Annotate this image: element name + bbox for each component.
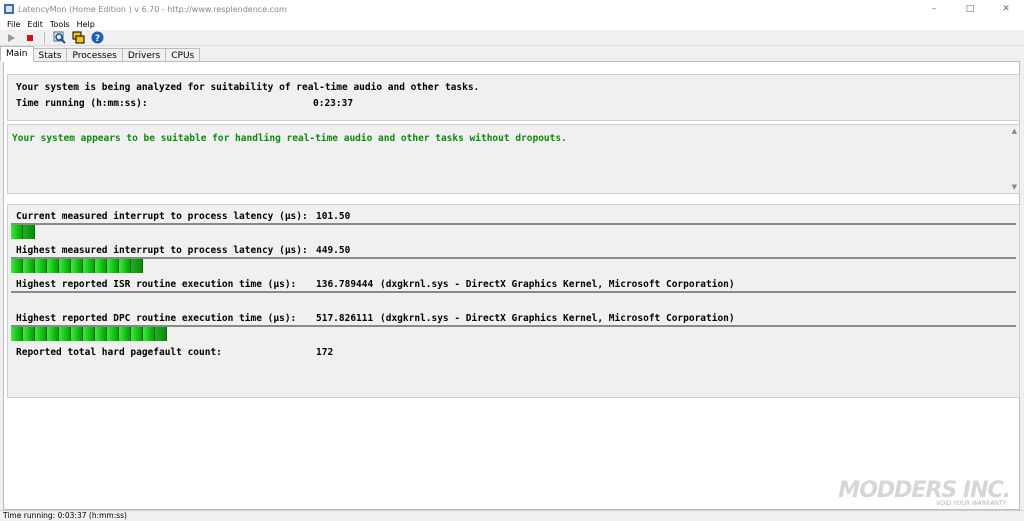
- metric-value: 449.50: [316, 245, 351, 256]
- menu-bar: File Edit Tools Help: [0, 18, 1024, 30]
- latency-bar: [11, 257, 1016, 273]
- metric-value: 517.826111: [316, 313, 374, 324]
- menu-tools[interactable]: Tools: [50, 20, 70, 29]
- metric-detail: (dxgkrnl.sys - DirectX Graphics Kernel, …: [380, 279, 735, 290]
- bar-segment: [11, 225, 23, 239]
- bar-segment: [83, 259, 95, 273]
- metric-label: Highest reported ISR routine execution t…: [16, 279, 297, 290]
- tab-stats[interactable]: Stats: [32, 48, 68, 62]
- bar-segment: [119, 327, 131, 341]
- tab-processes[interactable]: Processes: [66, 48, 123, 62]
- windows-icon[interactable]: [70, 31, 86, 45]
- bar-segment: [83, 327, 95, 341]
- scroll-up-icon[interactable]: ▲: [1012, 127, 1017, 135]
- toolbar-separator: [44, 31, 45, 44]
- bar-fill: [11, 225, 35, 239]
- title-bar: LatencyMon (Home Edition ) v 6.70 - http…: [0, 0, 1024, 18]
- stop-icon[interactable]: [22, 31, 38, 45]
- bar-segment: [107, 327, 119, 341]
- bar-segment: [11, 259, 23, 273]
- time-running-label: Time running (h:mm:ss):: [16, 98, 148, 109]
- bar-segment: [59, 327, 71, 341]
- bar-segment: [47, 327, 59, 341]
- analysis-line: Your system is being analyzed for suitab…: [16, 82, 480, 93]
- search-icon[interactable]: [51, 31, 67, 45]
- menu-edit[interactable]: Edit: [27, 20, 43, 29]
- bar-segment: [59, 259, 71, 273]
- metric-value: 101.50: [316, 211, 351, 222]
- latency-bar: [11, 223, 1016, 239]
- metric-label: Reported total hard pagefault count:: [16, 347, 222, 358]
- bar-segment: [107, 259, 119, 273]
- toolbar: ?: [0, 30, 1024, 46]
- metric-label: Highest reported DPC routine execution t…: [16, 313, 297, 324]
- bar-segment: [71, 327, 83, 341]
- bar-segment: [131, 327, 143, 341]
- tab-drivers[interactable]: Drivers: [121, 48, 167, 62]
- metric-detail: (dxgkrnl.sys - DirectX Graphics Kernel, …: [380, 313, 735, 324]
- svg-text:?: ?: [94, 34, 99, 44]
- bar-segment: [35, 259, 47, 273]
- metric-value: 172: [316, 347, 334, 358]
- metric-label: Highest measured interrupt to process la…: [16, 245, 308, 256]
- bar-segment: [95, 259, 107, 273]
- status-bar: Time running: 0:03:37 (h:mm:ss): [0, 510, 1024, 521]
- bar-segment: [119, 259, 131, 273]
- metric-value: 136.789444: [316, 279, 374, 290]
- time-running-value: 0:23:37: [313, 98, 354, 109]
- main-content: Your system is being analyzed for suitab…: [3, 61, 1020, 510]
- minimize-button[interactable]: –: [916, 0, 952, 18]
- bar-segment: [11, 327, 23, 341]
- bar-segment: [23, 225, 35, 239]
- tab-main[interactable]: Main: [0, 46, 34, 62]
- tab-strip: Main Stats Processes Drivers CPUs: [0, 46, 201, 62]
- bar-segment: [35, 327, 47, 341]
- verdict-panel: Your system appears to be suitable for h…: [7, 124, 1020, 194]
- help-icon[interactable]: ?: [89, 31, 105, 45]
- bar-segment: [143, 327, 155, 341]
- bar-segment: [95, 327, 107, 341]
- bar-segment: [71, 259, 83, 273]
- app-icon: [4, 4, 14, 14]
- scroll-down-icon[interactable]: ▼: [1012, 183, 1017, 191]
- tab-cpus[interactable]: CPUs: [165, 48, 201, 62]
- bar-segment: [23, 327, 35, 341]
- bar-segment: [155, 327, 167, 341]
- bar-fill: [11, 259, 143, 273]
- close-button[interactable]: ✕: [988, 0, 1024, 18]
- metric-label: Current measured interrupt to process la…: [16, 211, 308, 222]
- verdict-text: Your system appears to be suitable for h…: [12, 133, 567, 144]
- watermark-subtitle: VOID YOUR WARRANTY: [936, 500, 1006, 507]
- dpc-bar: [11, 325, 1016, 341]
- metrics-panel: Current measured interrupt to process la…: [7, 204, 1020, 398]
- analysis-panel: Your system is being analyzed for suitab…: [7, 74, 1020, 121]
- bar-segment: [23, 259, 35, 273]
- maximize-button[interactable]: □: [952, 0, 988, 18]
- window-title: LatencyMon (Home Edition ) v 6.70 - http…: [18, 4, 287, 14]
- play-icon[interactable]: [3, 31, 19, 45]
- menu-file[interactable]: File: [7, 20, 20, 29]
- isr-bar: [11, 291, 1016, 307]
- menu-help[interactable]: Help: [77, 20, 95, 29]
- bar-fill: [11, 327, 167, 341]
- bar-segment: [131, 259, 143, 273]
- bar-segment: [47, 259, 59, 273]
